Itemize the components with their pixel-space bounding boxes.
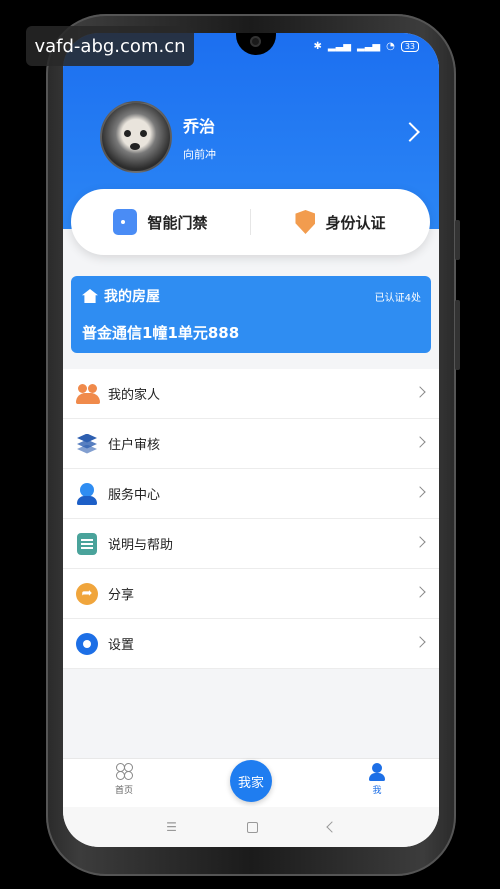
chevron-right-icon [414,436,426,448]
menu-item-service-center[interactable]: 服务中心 [63,469,439,519]
home-square-icon[interactable] [246,821,258,833]
user-name: 乔治 [183,117,216,136]
status-bar: ✱ ▂▃▅ ▂▃▅ ◔ 33 [314,41,419,52]
wifi-icon: ◔ [386,41,395,52]
menu-item-label: 我的家人 [108,388,161,403]
menu-item-label: 设置 [108,638,135,653]
menu-item-family[interactable]: 我的家人 [63,369,439,419]
service-icon [76,482,98,505]
user-icon [368,763,386,781]
bluetooth-icon: ✱ [313,41,322,52]
grid-icon [115,763,133,781]
house-title: 我的房屋 [82,286,160,306]
signal-icon-2: ▂▃▅ [357,41,381,52]
menu-item-label: 说明与帮助 [108,538,174,553]
menu-list: 我的家人 住户审核 服务中心 说明与帮助 ➦ 分享 设置 [63,369,439,669]
menu-item-share[interactable]: ➦ 分享 [63,569,439,619]
layers-icon [76,433,98,455]
tab-home[interactable]: 首页 [94,763,154,796]
app-screen: ✱ ▂▃▅ ▂▃▅ ◔ 33 乔治 向前冲 智能门禁 身份认证 我的房屋 已认证… [63,33,439,847]
door-icon [113,209,138,235]
my-house-card[interactable]: 我的房屋 已认证4处 普金通信1幢1单元888 [71,276,431,353]
system-navbar: ☰ [63,807,439,847]
identity-verify-button[interactable]: 身份认证 [251,210,430,234]
menu-item-label: 服务中心 [108,488,161,503]
house-count: 已认证4处 [374,293,421,304]
menu-item-label: 住户审核 [108,438,161,453]
menu-item-resident-review[interactable]: 住户审核 [63,419,439,469]
tab-me[interactable]: 我 [347,763,407,796]
menu-item-help[interactable]: 说明与帮助 [63,519,439,569]
home-icon [82,289,98,303]
identity-verify-label: 身份认证 [325,213,386,232]
gear-icon [76,632,98,655]
smart-access-label: 智能门禁 [147,213,208,232]
smart-access-button[interactable]: 智能门禁 [71,209,250,235]
shield-icon [295,210,316,234]
avatar[interactable] [100,101,172,173]
quick-actions: 智能门禁 身份认证 [71,189,430,255]
tab-home-label: 首页 [114,786,133,796]
user-motto: 向前冲 [183,148,216,161]
chevron-right-icon [414,636,426,648]
signal-icon: ▂▃▅ [327,41,351,52]
watermark: vafd-abg.com.cn [26,26,194,66]
chevron-right-icon [414,486,426,498]
document-icon [76,532,98,555]
camera-icon [250,36,261,47]
menu-item-settings[interactable]: 设置 [63,619,439,669]
tab-me-label: 我 [372,786,382,796]
my-home-button[interactable]: 我家 [230,760,272,802]
family-icon [76,383,100,405]
share-icon: ➦ [76,582,98,605]
house-address: 普金通信1幢1单元888 [82,324,240,342]
chevron-right-icon [414,536,426,548]
house-title-label: 我的房屋 [104,289,160,305]
battery-icon: 33 [400,41,419,52]
chevron-right-icon [414,386,426,398]
menu-icon[interactable]: ☰ [166,820,177,834]
chevron-right-icon [414,586,426,598]
power-button [455,300,460,370]
back-icon[interactable] [326,821,338,833]
menu-item-label: 分享 [108,588,135,603]
volume-button [455,220,460,260]
